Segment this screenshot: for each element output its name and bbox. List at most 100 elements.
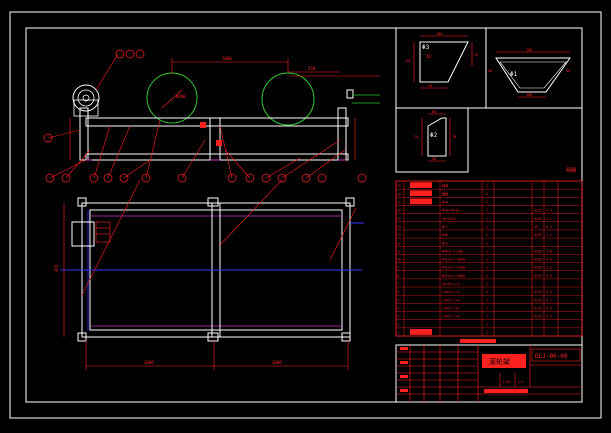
parts-list-cell-name: Φ40	[442, 233, 448, 237]
parts-list-cell-no: 19	[397, 184, 401, 188]
parts-list-cell-no: 5	[397, 298, 399, 302]
parts-list-cell-material: Q235	[534, 315, 542, 319]
svg-text:50: 50	[432, 157, 436, 161]
parts-list-cell-no: 3	[397, 315, 399, 319]
parts-list-table[interactable]: 明细 19 轴承 218 螺栓 417 Φ40 216 Φ40×20×10 1 Q235 2.415…	[395, 167, 583, 337]
parts-list-row: 17 Φ40 2	[396, 198, 582, 206]
svg-text:30: 30	[488, 69, 492, 73]
sheet-border-inner	[25, 27, 583, 403]
parts-list-row: 8 Φ32×3 L=2000 2 Q235 9.8	[396, 274, 582, 280]
parts-list-row: 9 Φ32×3 L=1200 2 Q235 5.2	[396, 266, 582, 271]
parts-list-cell-qty: 2	[486, 298, 488, 302]
parts-list-cell-name: 螺栓	[442, 191, 449, 196]
parts-list-cell-material: Q235	[534, 290, 542, 294]
parts-list-cell-no: 4	[397, 307, 399, 311]
detail-3: Φ2 60 70 70 50	[414, 110, 456, 162]
parts-list-cell-qty: 2	[486, 184, 488, 188]
svg-text:Φ3: Φ3	[422, 44, 430, 51]
parts-list-cell-name: 20×20×5	[442, 217, 456, 221]
parts-list-cell-qty: 1	[486, 331, 488, 335]
svg-text:70: 70	[474, 53, 478, 57]
parts-list-cell-name: Φ32×3 L=1000	[442, 258, 465, 262]
parts-list-cell-weight: 2.1	[546, 217, 552, 221]
parts-list-cell-material: Q235	[534, 217, 542, 221]
parts-list-cell-no: 9	[397, 266, 399, 270]
parts-list-cell-material: Q235	[534, 274, 542, 278]
detail-views[interactable]: Φ3 100 60 70 40 10 Φ1 200 100 30 30 Φ2 6…	[395, 27, 583, 173]
parts-list-cell-qty: 4	[486, 192, 488, 196]
parts-list-cell-qty: 2	[486, 200, 488, 204]
parts-list-cell-weight: 3.2	[546, 290, 552, 294]
parts-list-cell-qty: 2	[486, 274, 488, 278]
parts-list-cell-name: L50×5 L=2	[442, 290, 459, 294]
parts-list-code-block	[410, 190, 432, 197]
parts-list-cell-name: Φ12	[442, 225, 448, 229]
parts-list-cell-material: 45	[534, 225, 538, 229]
parts-list-cell-name: Φ40×2 L=100	[442, 249, 463, 253]
parts-list-cell-name: L50×5 L=8	[442, 315, 459, 319]
svg-text:Φ2: Φ2	[430, 132, 438, 139]
parts-list-cell-no: 13	[397, 233, 401, 237]
parts-list-cell-name: Φ40×20×10	[442, 209, 459, 213]
roller-dia-label: Ø400	[176, 94, 186, 99]
parts-list-cell-name: 轴承	[442, 183, 449, 188]
parts-list-cell-material: Q235	[534, 266, 542, 270]
parts-list-cell-weight: 4.5	[546, 307, 552, 311]
svg-text:100: 100	[436, 32, 442, 36]
parts-list-row: 13 Φ40 2 Q235 1.2	[396, 233, 582, 239]
cad-drawing-sheet: Ø400 1000 250 1000 1000 365 Φ3 100 60 70…	[0, 0, 611, 429]
parts-list-cell-qty: 1	[486, 315, 488, 319]
parts-list-cell-name: Φ25	[442, 241, 448, 245]
parts-list-cell-weight: 9.8	[546, 274, 552, 278]
parts-list-cell-weight: 0.5	[546, 225, 552, 229]
svg-text:100: 100	[526, 93, 532, 97]
parts-list-cell-name: Φ40	[442, 200, 448, 204]
svg-text:60: 60	[406, 59, 410, 63]
parts-list-cell-name: L50×5 L=6	[442, 307, 459, 311]
svg-text:70: 70	[452, 135, 456, 139]
front-view[interactable]: Ø400 1000 250	[43, 49, 380, 183]
parts-list-cell-qty: 2	[486, 258, 488, 262]
roller-right	[261, 72, 315, 126]
parts-list-cell-qty: 1	[486, 209, 488, 213]
parts-list-cell-no: 16	[397, 209, 401, 213]
parts-list-row: 14 Φ12 1 45 0.5	[396, 225, 582, 231]
parts-list-cell-no: 10	[397, 258, 401, 262]
parts-list-cell-no: 6	[397, 290, 399, 294]
parts-list-cell-weight: 4.1	[546, 298, 552, 302]
title-block[interactable]: 滚轮架 DLJ-00-00 1:10 1/1	[395, 339, 583, 403]
parts-list-cell-name: Φ32×3 L=2000	[442, 274, 465, 278]
parts-list-row: 11	[396, 329, 582, 337]
parts-list-cell-qty: 2	[486, 307, 488, 311]
svg-text:10: 10	[426, 54, 431, 59]
parts-list-cell-qty: 2	[486, 282, 488, 286]
parts-list-cell-no: 15	[397, 217, 401, 221]
dim-bottom-right: 1000	[272, 360, 282, 365]
parts-list-cell-no: 1	[397, 331, 399, 335]
parts-list-cell-weight: 1.2	[546, 233, 552, 237]
dim-top-span: 1000	[222, 56, 232, 61]
parts-list-cell-no: 7	[397, 282, 399, 286]
parts-list-cell-material: Q235	[534, 249, 542, 253]
parts-list-cell-no: 18	[397, 192, 401, 196]
parts-list-cell-qty: 2	[486, 266, 488, 270]
parts-list-cell-no: 17	[397, 200, 401, 204]
parts-list-header: 明细	[566, 167, 576, 174]
parts-list-cell-weight: 5.2	[546, 266, 552, 270]
parts-list-row: 3 L50×5 L=8 1 Q235 3.3	[396, 315, 582, 320]
plan-view[interactable]: 1000 1000 365	[54, 179, 364, 370]
cad-canvas[interactable]: Ø400 1000 250 1000 1000 365 Φ3 100 60 70…	[0, 0, 611, 429]
lower-rail	[85, 153, 349, 161]
drawing-number: DLJ-00-00	[535, 353, 568, 360]
parts-list-row: 12 Φ25 2	[396, 241, 582, 247]
svg-text:30: 30	[566, 69, 570, 73]
parts-list-cell-weight: 4.6	[546, 258, 552, 262]
parts-list-row: 18 螺栓 4	[396, 190, 582, 198]
parts-list-row: 7 40×40 L=1 2	[396, 282, 582, 288]
parts-list-cell-material: Q235	[534, 209, 542, 213]
detail-2: Φ1 200 100 30 30	[488, 48, 571, 98]
dim-top-right: 250	[308, 66, 316, 71]
parts-list-code-block	[410, 182, 432, 188]
parts-list-cell-qty: 1	[486, 225, 488, 229]
parts-list-cell-material: Q235	[534, 258, 542, 262]
